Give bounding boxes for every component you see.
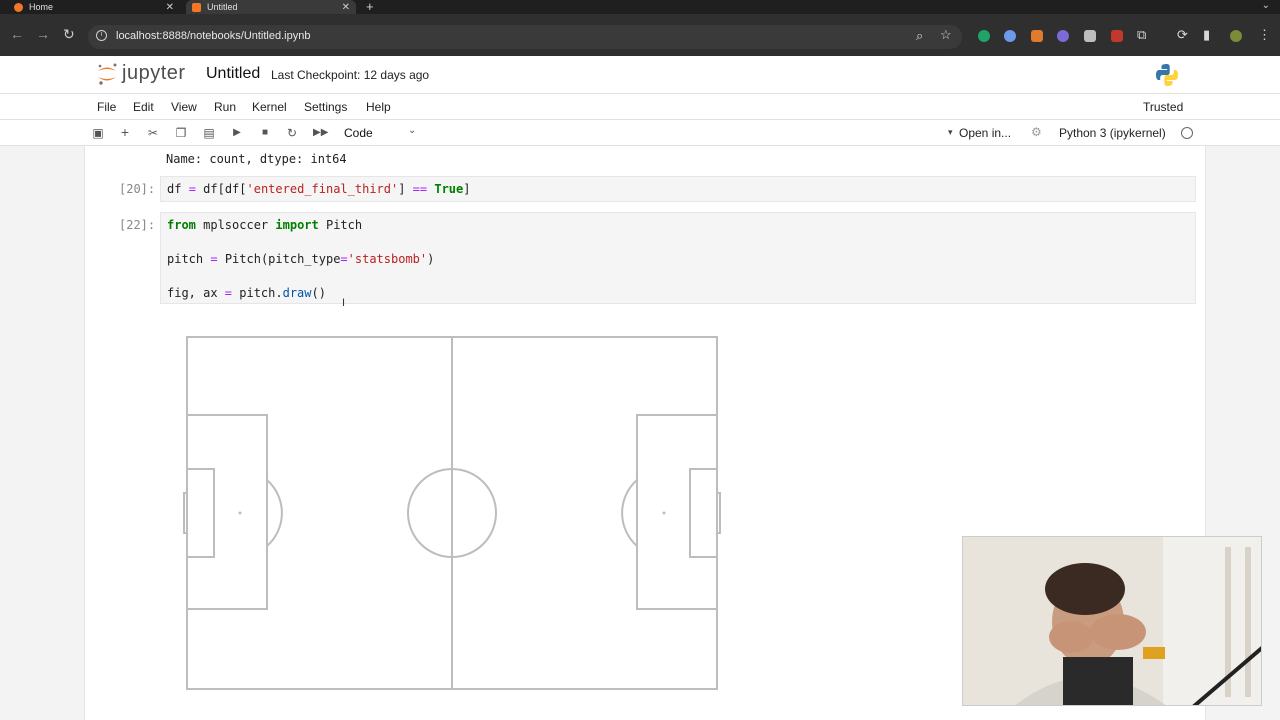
restart-kernel-icon[interactable]: ↻	[285, 126, 299, 140]
right-penalty-spot	[662, 511, 666, 515]
browser-tab-strip: Home ✕ Untitled ✕ + ⌄	[0, 0, 1280, 14]
extension-icon[interactable]	[1004, 30, 1016, 42]
side-panel-icon[interactable]: ▮	[1203, 27, 1210, 43]
left-goal	[183, 492, 188, 534]
browser-tab-untitled[interactable]: Untitled ✕	[186, 0, 356, 14]
paste-clipboard-icon[interactable]: ▤	[202, 126, 216, 140]
menu-run[interactable]: Run	[214, 100, 236, 114]
run-cell-icon[interactable]: ▶	[230, 127, 244, 138]
menu-edit[interactable]: Edit	[133, 100, 154, 114]
url-text[interactable]: localhost:8888/notebooks/Untitled.ipynb	[116, 30, 310, 42]
right-goal	[716, 492, 721, 534]
text-cursor-icon: I	[342, 297, 346, 309]
copy-icon[interactable]: ❐	[174, 126, 188, 140]
restart-run-all-icon[interactable]: ▶▶	[313, 127, 328, 138]
kernel-name[interactable]: Python 3 (ipykernel)	[1059, 126, 1166, 140]
ublock-extension-icon[interactable]	[1111, 30, 1123, 42]
kernel-settings-gear-icon[interactable]: ⚙	[1031, 125, 1042, 139]
code-line: df = df[df['entered_final_third'] == Tru…	[167, 182, 471, 196]
close-tab-icon[interactable]: ✕	[166, 2, 174, 13]
extensions-puzzle-icon[interactable]: ⧉	[1137, 27, 1146, 43]
extension-icon[interactable]	[1057, 30, 1069, 42]
menu-view[interactable]: View	[171, 100, 197, 114]
left-penalty-spot	[238, 511, 242, 515]
jupyter-logo-icon[interactable]	[96, 62, 118, 86]
webcam-overlay	[962, 536, 1262, 706]
code-line: pitch = Pitch(pitch_type='statsbomb')	[167, 252, 435, 266]
site-info-icon[interactable]: i	[96, 30, 107, 41]
center-spot	[451, 512, 453, 514]
right-six-yard-box	[689, 468, 718, 558]
bookmark-star-icon[interactable]: ☆	[940, 27, 952, 43]
jupyter-logo-text: jupyter	[122, 62, 186, 84]
cell-prompt: [22]:	[119, 218, 156, 232]
notebook-title[interactable]: Untitled	[206, 65, 260, 83]
cell-type-select[interactable]: Code	[344, 126, 373, 140]
menu-help[interactable]: Help	[366, 100, 391, 114]
browser-tab-home[interactable]: Home ✕	[14, 0, 180, 14]
open-in-menu[interactable]: Open in...	[959, 126, 1011, 140]
back-arrow-icon[interactable]: ←	[10, 26, 24, 42]
tab-label: Home	[29, 2, 54, 12]
new-tab-icon[interactable]: +	[366, 0, 374, 14]
left-six-yard-box	[186, 468, 215, 558]
profile-avatar[interactable]	[1230, 30, 1242, 42]
code-line: fig, ax = pitch.draw()	[167, 286, 326, 300]
history-icon[interactable]: ⟳	[1177, 27, 1188, 43]
jupyter-header	[0, 56, 1280, 94]
code-line: from mplsoccer import Pitch	[167, 218, 363, 232]
cut-scissors-icon[interactable]: ✂	[146, 126, 160, 140]
metamask-extension-icon[interactable]	[1031, 30, 1043, 42]
extension-icon[interactable]	[1084, 30, 1096, 42]
cell-output-text: Name: count, dtype: int64	[166, 152, 347, 166]
kernel-status-idle-icon	[1181, 127, 1193, 139]
code-cell-20[interactable]: df = df[df['entered_final_third'] == Tru…	[160, 176, 1196, 202]
zoom-icon[interactable]: ⌕	[916, 28, 923, 44]
soccer-pitch-output	[183, 336, 721, 690]
notebook-favicon-icon	[192, 2, 201, 12]
grammarly-extension-icon[interactable]	[978, 30, 990, 42]
webcam-video-image	[963, 537, 1261, 705]
interrupt-kernel-icon[interactable]: ■	[258, 127, 272, 138]
menu-file[interactable]: File	[97, 100, 116, 114]
open-in-caret-icon: ▾	[948, 127, 953, 137]
trusted-indicator[interactable]: Trusted	[1143, 100, 1183, 114]
save-icon[interactable]: ▣	[91, 126, 105, 140]
jupyter-favicon-icon	[14, 2, 23, 12]
code-cell-22[interactable]: from mplsoccer import Pitch pitch = Pitc…	[160, 212, 1196, 304]
left-penalty-arc	[266, 479, 283, 547]
right-penalty-area	[636, 414, 718, 610]
insert-cell-plus-icon[interactable]: +	[118, 124, 132, 140]
tab-label: Untitled	[207, 2, 238, 12]
checkpoint-status: Last Checkpoint: 12 days ago	[271, 68, 430, 82]
right-penalty-arc	[621, 479, 638, 547]
chevron-down-icon[interactable]: ⌄	[408, 125, 416, 136]
cell-prompt: [20]:	[119, 182, 156, 196]
browser-menu-icon[interactable]: ⋮	[1258, 27, 1271, 43]
close-tab-icon[interactable]: ✕	[342, 2, 350, 13]
python-logo-icon	[1156, 64, 1178, 86]
forward-arrow-icon[interactable]: →	[36, 26, 50, 42]
menu-kernel[interactable]: Kernel	[252, 100, 287, 114]
menu-settings[interactable]: Settings	[304, 100, 347, 114]
tab-search-chevron-icon[interactable]: ⌄	[1262, 0, 1270, 11]
reload-icon[interactable]: ↻	[63, 26, 75, 43]
left-penalty-area	[186, 414, 268, 610]
